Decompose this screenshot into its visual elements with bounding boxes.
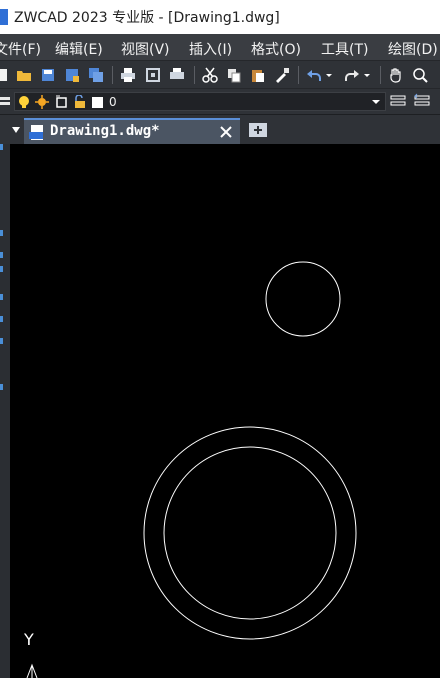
layer-toolbar: 0 xyxy=(0,88,440,114)
tab-drawing1[interactable]: Drawing1.dwg* xyxy=(24,118,240,145)
ucs-y-label: Y xyxy=(24,630,34,649)
ucs-icon xyxy=(26,663,38,678)
copy-icon[interactable] xyxy=(226,67,242,83)
match-properties-icon[interactable] xyxy=(274,67,290,83)
menu-edit[interactable]: 编辑(E) xyxy=(55,39,103,59)
make-object-layer-current-icon[interactable] xyxy=(390,93,406,109)
cut-icon[interactable] xyxy=(202,67,218,83)
menu-file[interactable]: 文件(F) xyxy=(0,39,41,59)
layer-unlock-icon[interactable] xyxy=(73,95,87,109)
tab-list-chevron-icon[interactable] xyxy=(11,125,21,135)
dock-marker xyxy=(0,252,3,258)
standard-toolbar xyxy=(0,60,440,88)
zwcad-logo-icon xyxy=(0,9,8,25)
layer-manager-icon[interactable] xyxy=(0,94,12,110)
close-tab-icon[interactable] xyxy=(220,126,232,138)
zoom-realtime-icon[interactable] xyxy=(412,67,428,83)
toolbar-separator xyxy=(194,66,195,84)
title-bar: ZWCAD 2023 专业版 - [Drawing1.dwg] xyxy=(0,0,440,34)
redo-icon[interactable] xyxy=(344,67,360,83)
new-file-icon[interactable] xyxy=(0,67,10,83)
save-all-icon[interactable] xyxy=(88,67,104,83)
dock-marker xyxy=(0,266,3,272)
toolbar-separator xyxy=(112,66,113,84)
left-dock-strip xyxy=(0,144,10,678)
menu-tools[interactable]: 工具(T) xyxy=(321,39,368,59)
new-tab-icon[interactable] xyxy=(248,121,268,139)
inner-circle[interactable] xyxy=(163,446,337,620)
drawing-canvas[interactable]: Y xyxy=(10,144,440,678)
save-as-icon[interactable] xyxy=(64,67,80,83)
dock-marker xyxy=(0,384,3,390)
dock-marker xyxy=(0,144,3,150)
redo-dropdown-chevron-icon[interactable] xyxy=(362,67,372,83)
layer-color-swatch-icon xyxy=(92,97,103,108)
print-preview-icon[interactable] xyxy=(145,67,161,83)
paste-icon[interactable] xyxy=(250,67,266,83)
current-layer-name: 0 xyxy=(109,95,117,109)
layer-dropdown-chevron-icon[interactable] xyxy=(371,97,381,107)
toolbar-separator xyxy=(380,66,381,84)
small-circle[interactable] xyxy=(265,261,341,337)
undo-icon[interactable] xyxy=(306,67,322,83)
layer-thaw-sun-icon[interactable] xyxy=(35,95,49,109)
tab-label: Drawing1.dwg* xyxy=(50,123,160,139)
dock-marker xyxy=(0,338,3,344)
save-icon[interactable] xyxy=(40,67,56,83)
toolbar-separator xyxy=(298,66,299,84)
layer-on-bulb-icon[interactable] xyxy=(17,95,31,109)
layer-dropdown[interactable]: 0 xyxy=(14,92,386,111)
menu-bar: 文件(F) 编辑(E) 视图(V) 插入(I) 格式(O) 工具(T) 绘图(D… xyxy=(0,34,440,60)
undo-dropdown-chevron-icon[interactable] xyxy=(324,67,334,83)
window-title: ZWCAD 2023 专业版 - [Drawing1.dwg] xyxy=(14,10,280,26)
pan-hand-icon[interactable] xyxy=(388,67,404,83)
dock-marker xyxy=(0,316,3,322)
plot-icon[interactable] xyxy=(169,67,185,83)
document-tab-bar: Drawing1.dwg* xyxy=(0,114,440,145)
menu-draw[interactable]: 绘图(D) xyxy=(388,39,438,59)
dock-marker xyxy=(0,294,3,300)
menu-view[interactable]: 视图(V) xyxy=(121,39,170,59)
layer-previous-icon[interactable] xyxy=(414,93,430,109)
outer-circle[interactable] xyxy=(143,426,357,640)
menu-format[interactable]: 格式(O) xyxy=(251,39,301,59)
dwg-file-icon xyxy=(29,125,43,140)
dock-marker xyxy=(0,230,3,236)
open-folder-icon[interactable] xyxy=(16,67,32,83)
print-icon[interactable] xyxy=(120,67,136,83)
menu-insert[interactable]: 插入(I) xyxy=(189,39,232,59)
layer-viewport-icon[interactable] xyxy=(55,95,69,109)
